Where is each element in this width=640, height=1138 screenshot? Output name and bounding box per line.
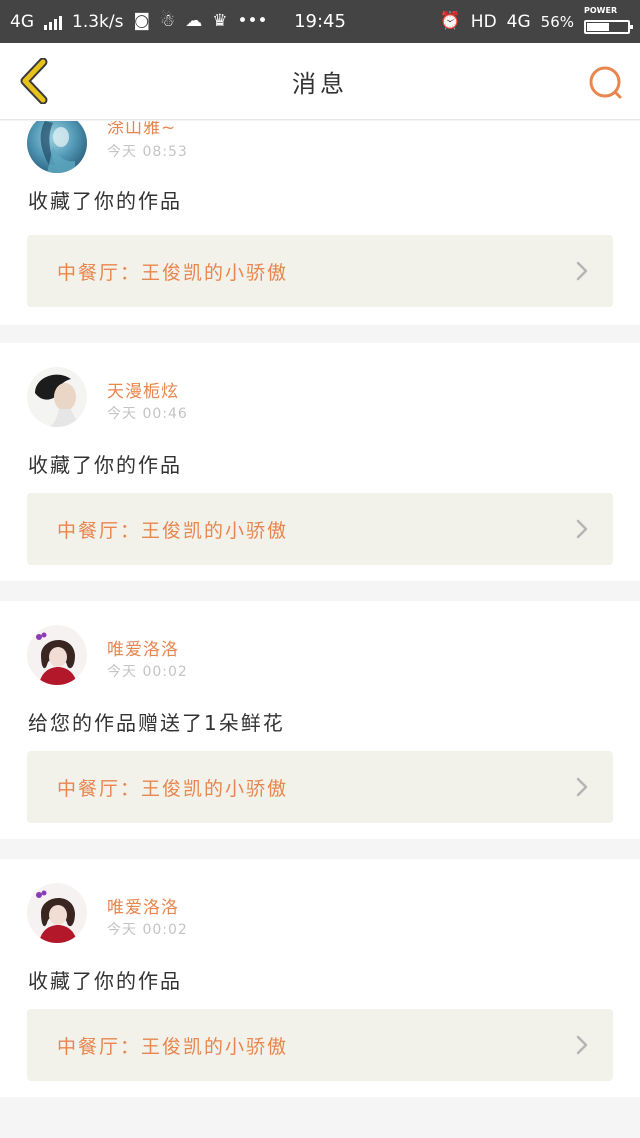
username[interactable]: 唯爱洛洛	[107, 635, 179, 660]
battery-icon	[584, 19, 633, 34]
avatar[interactable]	[27, 883, 87, 943]
work-title: 中餐厅：王俊凯的小骄傲	[57, 519, 289, 542]
username[interactable]: 天漫栀炫	[107, 377, 179, 402]
chevron-right-icon	[576, 261, 588, 281]
username[interactable]: 唯爱洛洛	[107, 893, 179, 918]
message-card: 唯爱洛洛 今天 00:02 收藏了你的作品 中餐厅：王俊凯的小骄傲	[0, 859, 640, 1097]
chevron-right-icon	[576, 519, 588, 539]
status-left: 4G 1.3k/s ◙ ☃ ☁ ♛ •••	[10, 12, 268, 32]
qq-icon: ☃	[159, 11, 176, 31]
work-link[interactable]: 中餐厅：王俊凯的小骄傲	[27, 493, 613, 565]
crown-icon: ♛	[212, 11, 228, 31]
signal-icon	[44, 14, 62, 30]
search-icon	[589, 66, 622, 99]
work-title: 中餐厅：王俊凯的小骄傲	[57, 261, 289, 284]
message-time: 今天 00:46	[107, 406, 188, 422]
message-card: 天漫栀炫 今天 00:46 收藏了你的作品 中餐厅：王俊凯的小骄傲	[0, 343, 640, 581]
message-text: 收藏了你的作品	[28, 453, 182, 477]
alarm-icon: ⏰	[439, 11, 461, 31]
work-title: 中餐厅：王俊凯的小骄傲	[57, 1035, 289, 1058]
username[interactable]: 涂山雅~	[107, 121, 176, 138]
page-title: 消息	[292, 69, 348, 98]
message-time: 今天 00:02	[107, 664, 188, 680]
work-link[interactable]: 中餐厅：王俊凯的小骄傲	[27, 1009, 613, 1081]
status-right: ⏰ HD 4G 56% POWER	[439, 6, 633, 34]
network-type: 4G	[10, 11, 34, 32]
message-card: 唯爱洛洛 今天 00:02 给您的作品赠送了1朵鲜花 中餐厅：王俊凯的小骄傲	[0, 601, 640, 839]
avatar[interactable]	[27, 367, 87, 427]
avatar[interactable]	[27, 625, 87, 685]
message-card: 涂山雅~ 今天 08:53 收藏了你的作品 中餐厅：王俊凯的小骄傲	[0, 121, 640, 325]
browser-icon: ◙	[133, 11, 150, 31]
chevron-right-icon	[576, 777, 588, 797]
message-text: 收藏了你的作品	[28, 189, 182, 213]
work-title: 中餐厅：王俊凯的小骄傲	[57, 777, 289, 800]
header-bar: 消息	[0, 43, 640, 120]
search-button[interactable]	[584, 61, 628, 105]
more-notifications-icon: •••	[237, 11, 268, 31]
wechat-icon: ☁	[185, 11, 203, 31]
hd-indicator: HD	[470, 11, 497, 32]
network-type-right: 4G	[506, 11, 531, 32]
message-text: 给您的作品赠送了1朵鲜花	[28, 711, 285, 735]
back-chevron-icon	[20, 58, 48, 104]
battery-label: POWER	[584, 5, 618, 15]
battery-percent: 56%	[540, 12, 574, 31]
chevron-right-icon	[576, 1035, 588, 1055]
avatar[interactable]	[27, 121, 87, 173]
network-speed: 1.3k/s	[72, 11, 124, 32]
back-button[interactable]	[12, 57, 56, 105]
message-list[interactable]: 涂山雅~ 今天 08:53 收藏了你的作品 中餐厅：王俊凯的小骄傲 天漫栀炫 今…	[0, 121, 640, 1138]
work-link[interactable]: 中餐厅：王俊凯的小骄傲	[27, 235, 613, 307]
work-link[interactable]: 中餐厅：王俊凯的小骄傲	[27, 751, 613, 823]
message-time: 今天 08:53	[107, 144, 188, 160]
status-bar: 4G 1.3k/s ◙ ☃ ☁ ♛ ••• 19:45 ⏰ HD 4G 56% …	[0, 0, 640, 43]
message-time: 今天 00:02	[107, 922, 188, 938]
message-text: 收藏了你的作品	[28, 969, 182, 993]
